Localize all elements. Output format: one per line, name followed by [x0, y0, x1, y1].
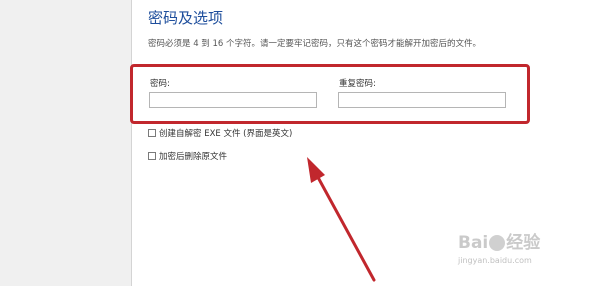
watermark-logo-text-b: 经验 [506, 233, 541, 253]
section-description: 密码必须是 4 到 16 个字符。请一定要牢记密码，只有这个密码才能解开加密后的… [148, 39, 482, 49]
paw-icon [489, 235, 506, 251]
option-delete-original[interactable]: 加密后删除原文件 [148, 150, 227, 162]
delete-original-label: 加密后删除原文件 [159, 152, 228, 162]
self-extract-label: 创建自解密 EXE 文件 (界面是英文) [159, 129, 293, 139]
section-title: 密码及选项 [148, 9, 224, 27]
highlight-box [130, 64, 530, 124]
delete-original-checkbox[interactable] [148, 152, 156, 160]
watermark-url: jingyan.baidu.com [458, 256, 532, 265]
baidu-watermark: Bai 经验 jingyan.baidu.com [458, 228, 578, 278]
option-self-extract-exe[interactable]: 创建自解密 EXE 文件 (界面是英文) [148, 127, 292, 139]
self-extract-checkbox[interactable] [148, 129, 156, 137]
watermark-logo-text-a: Bai [458, 233, 489, 253]
left-pane [0, 0, 131, 286]
watermark-logo: Bai 经验 [458, 228, 578, 253]
